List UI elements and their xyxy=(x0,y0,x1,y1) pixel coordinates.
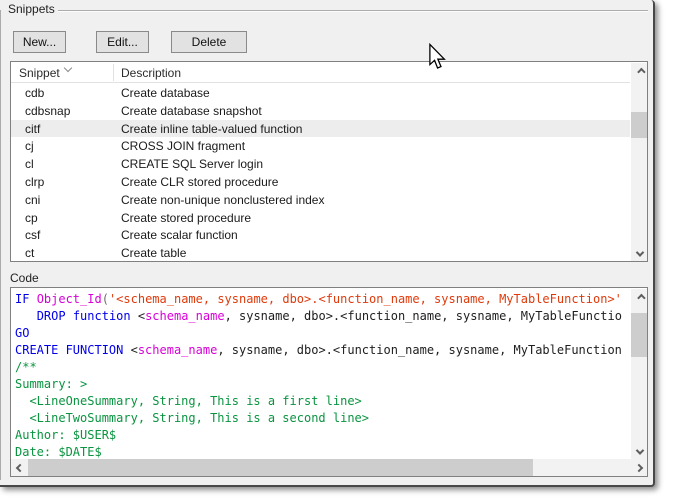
snippet-rows: cdb Create database cdbsnap Create database… xyxy=(11,84,630,261)
snippet-row[interactable]: cni Create non-unique nonclustered index xyxy=(11,191,630,209)
snippet-name: cp xyxy=(25,211,38,225)
code-line: DROP function <schema_name, sysname, dbo… xyxy=(15,308,630,325)
snippet-description: CROSS JOIN fragment xyxy=(121,139,245,153)
code-label: Code xyxy=(10,271,39,285)
new-button[interactable]: New... xyxy=(13,31,66,53)
snippet-description: CREATE SQL Server login xyxy=(121,157,263,171)
scroll-up-button[interactable] xyxy=(631,289,648,306)
list-vscrollbar[interactable] xyxy=(631,63,648,262)
snippet-row[interactable]: csf Create scalar function xyxy=(11,226,630,244)
snippet-row[interactable]: cj CROSS JOIN fragment xyxy=(11,137,630,155)
group-box-border xyxy=(58,10,648,11)
snippet-row[interactable]: cl CREATE SQL Server login xyxy=(11,155,630,173)
code-scrollbar-thumb[interactable] xyxy=(631,313,648,357)
chevron-right-icon xyxy=(634,463,642,471)
snippet-list: Snippet Description cdbCreate databasecd… xyxy=(10,61,648,262)
snippet-description: Create non-unique nonclustered index xyxy=(121,193,324,207)
snippet-row[interactable]: cp Create stored procedure xyxy=(11,209,630,227)
snippet-row[interactable]: ct Create table xyxy=(11,244,630,261)
code-line: <LineTwoSummary, String, This is a secon… xyxy=(15,410,630,427)
column-header-description[interactable]: Description xyxy=(121,66,181,80)
snippet-name: cdbsnap xyxy=(25,104,70,118)
snippet-name: cl xyxy=(25,157,34,171)
chevron-down-icon xyxy=(635,248,643,256)
group-box-border-left xyxy=(0,10,1,480)
snippet-name: clrp xyxy=(25,175,44,189)
list-scrollbar-thumb[interactable] xyxy=(631,112,648,138)
scroll-down-button[interactable] xyxy=(631,245,648,262)
snippet-description: Create database xyxy=(121,86,210,100)
code-hscrollbar[interactable] xyxy=(11,459,647,476)
scroll-down-button[interactable] xyxy=(631,443,648,460)
snippet-name: cni xyxy=(25,193,40,207)
delete-button[interactable]: Delete xyxy=(171,31,247,53)
snippets-dialog: Snippets New... Edit... Delete Snippet D… xyxy=(0,0,655,487)
snippet-row[interactable]: cdb Create database xyxy=(11,84,630,102)
scroll-up-button[interactable] xyxy=(631,63,648,80)
sort-ascending-icon xyxy=(64,64,72,72)
snippet-name: cdb xyxy=(25,86,44,100)
snippet-row[interactable]: clrp Create CLR stored procedure xyxy=(11,173,630,191)
snippet-description: Create scalar function xyxy=(121,228,238,242)
column-header-snippet[interactable]: Snippet xyxy=(19,66,60,80)
snippet-name: cj xyxy=(25,139,34,153)
code-box: IF Object_Id('<schema_name, sysname, dbo… xyxy=(10,287,648,477)
list-header: Snippet Description xyxy=(11,62,630,83)
snippet-description: Create CLR stored procedure xyxy=(121,175,278,189)
snippet-name: citf xyxy=(25,122,40,136)
code-line: Date: $DATE$ xyxy=(15,444,630,459)
code-line: IF Object_Id('<schema_name, sysname, dbo… xyxy=(15,291,630,308)
chevron-left-icon xyxy=(15,463,23,471)
snippets-group-label: Snippets xyxy=(8,2,55,16)
snippet-row[interactable]: cdbsnap Create database snapshot xyxy=(11,102,630,120)
code-line: <LineOneSummary, String, This is a first… xyxy=(15,393,630,410)
snippet-description: Create stored procedure xyxy=(121,211,251,225)
code-editor[interactable]: IF Object_Id('<schema_name, sysname, dbo… xyxy=(11,288,630,459)
chevron-up-icon xyxy=(637,67,645,75)
column-divider[interactable] xyxy=(113,64,114,81)
code-line: CREATE FUNCTION <schema_name, sysname, d… xyxy=(15,342,630,359)
code-line: Author: $USER$ xyxy=(15,427,630,444)
scroll-right-button[interactable] xyxy=(630,459,647,476)
code-line: GO xyxy=(15,325,630,342)
snippet-name: csf xyxy=(25,228,40,242)
snippet-row[interactable]: citf Create inline table-valued function xyxy=(11,120,630,138)
code-vscrollbar[interactable] xyxy=(631,289,648,460)
code-hscrollbar-thumb[interactable] xyxy=(28,459,533,476)
code-line: Summary: > xyxy=(15,376,630,393)
snippet-description: Create database snapshot xyxy=(121,104,262,118)
snippet-description: Create inline table-valued function xyxy=(121,122,302,136)
edit-button[interactable]: Edit... xyxy=(96,31,149,53)
chevron-down-icon xyxy=(635,446,643,454)
snippet-name: ct xyxy=(25,246,34,260)
chevron-up-icon xyxy=(637,293,645,301)
scroll-left-button[interactable] xyxy=(11,459,28,476)
code-line: /** xyxy=(15,359,630,376)
snippet-description: Create table xyxy=(121,246,186,260)
